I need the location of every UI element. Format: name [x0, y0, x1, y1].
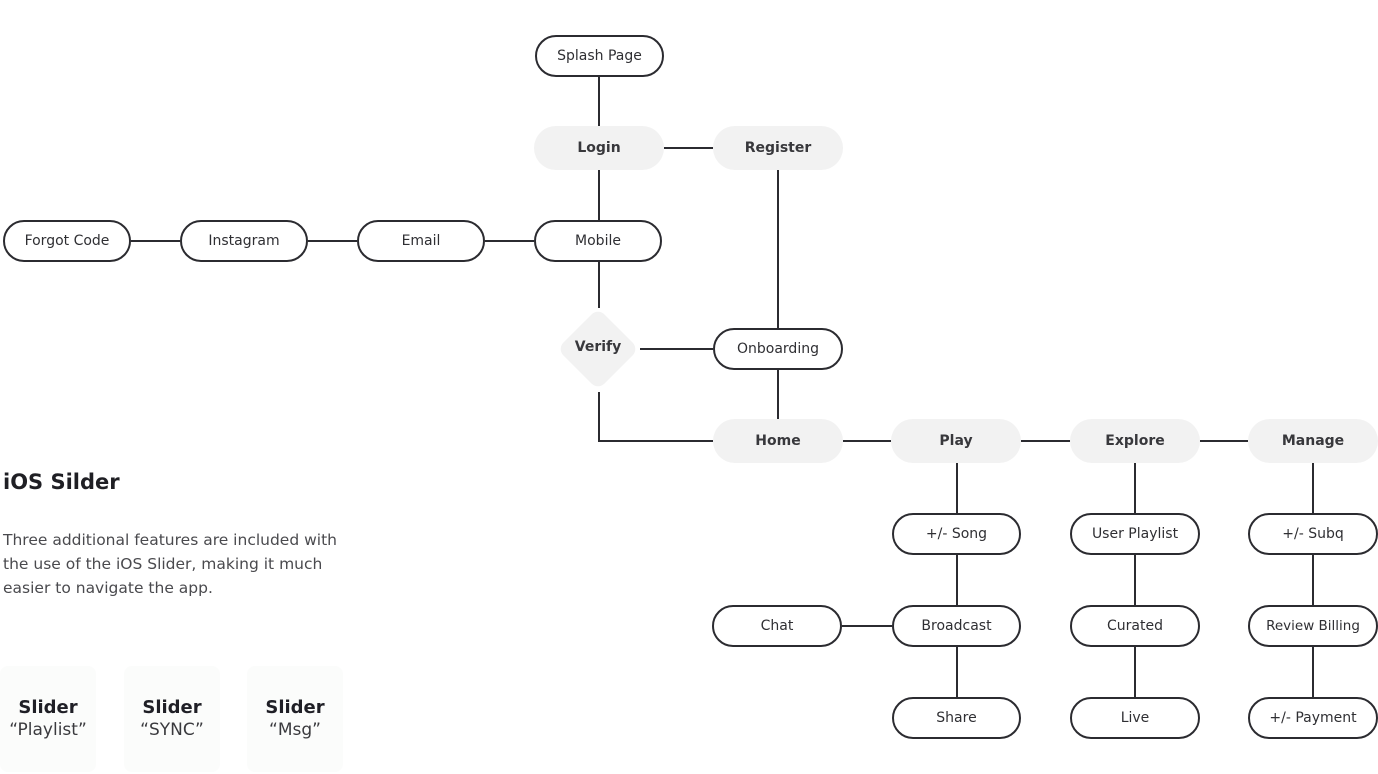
node-home[interactable]: Home [713, 419, 843, 463]
node-chat[interactable]: Chat [712, 605, 842, 647]
section-title: iOS Silder [3, 470, 120, 494]
node-manage[interactable]: Manage [1248, 419, 1378, 463]
connector-lines [131, 76, 1314, 697]
node-user-playlist[interactable]: User Playlist [1070, 513, 1200, 555]
node-mobile[interactable]: Mobile [534, 220, 662, 262]
node-live[interactable]: Live [1070, 697, 1200, 739]
slider-card-title: Slider [18, 697, 78, 718]
slider-card-subtitle: “Msg” [269, 720, 321, 740]
slider-card-subtitle: “SYNC” [140, 720, 204, 740]
node-verify-label: Verify [574, 339, 622, 355]
node-splash-page[interactable]: Splash Page [535, 35, 664, 77]
node-forgot-code[interactable]: Forgot Code [3, 220, 131, 262]
node-email[interactable]: Email [357, 220, 485, 262]
node-broadcast[interactable]: Broadcast [892, 605, 1021, 647]
node-payment[interactable]: +/- Payment [1248, 697, 1378, 739]
section-description: Three additional features are included w… [3, 531, 337, 597]
node-curated[interactable]: Curated [1070, 605, 1200, 647]
node-song[interactable]: +/- Song [892, 513, 1021, 555]
slider-card-title: Slider [142, 697, 202, 718]
slider-card-sync[interactable]: Slider “SYNC” [124, 666, 220, 772]
slider-card-playlist[interactable]: Slider “Playlist” [0, 666, 96, 772]
slider-card-msg[interactable]: Slider “Msg” [247, 666, 343, 772]
slider-card-subtitle: “Playlist” [9, 720, 87, 740]
slider-card-title: Slider [265, 697, 325, 718]
node-instagram[interactable]: Instagram [180, 220, 308, 262]
edge-verify-home [598, 392, 713, 442]
node-login[interactable]: Login [534, 126, 664, 170]
node-explore[interactable]: Explore [1070, 419, 1200, 463]
node-review-billing[interactable]: Review Billing [1248, 605, 1378, 647]
node-onboarding[interactable]: Onboarding [713, 328, 843, 370]
node-share[interactable]: Share [892, 697, 1021, 739]
node-play[interactable]: Play [891, 419, 1021, 463]
node-register[interactable]: Register [713, 126, 843, 170]
node-subq[interactable]: +/- Subq [1248, 513, 1378, 555]
